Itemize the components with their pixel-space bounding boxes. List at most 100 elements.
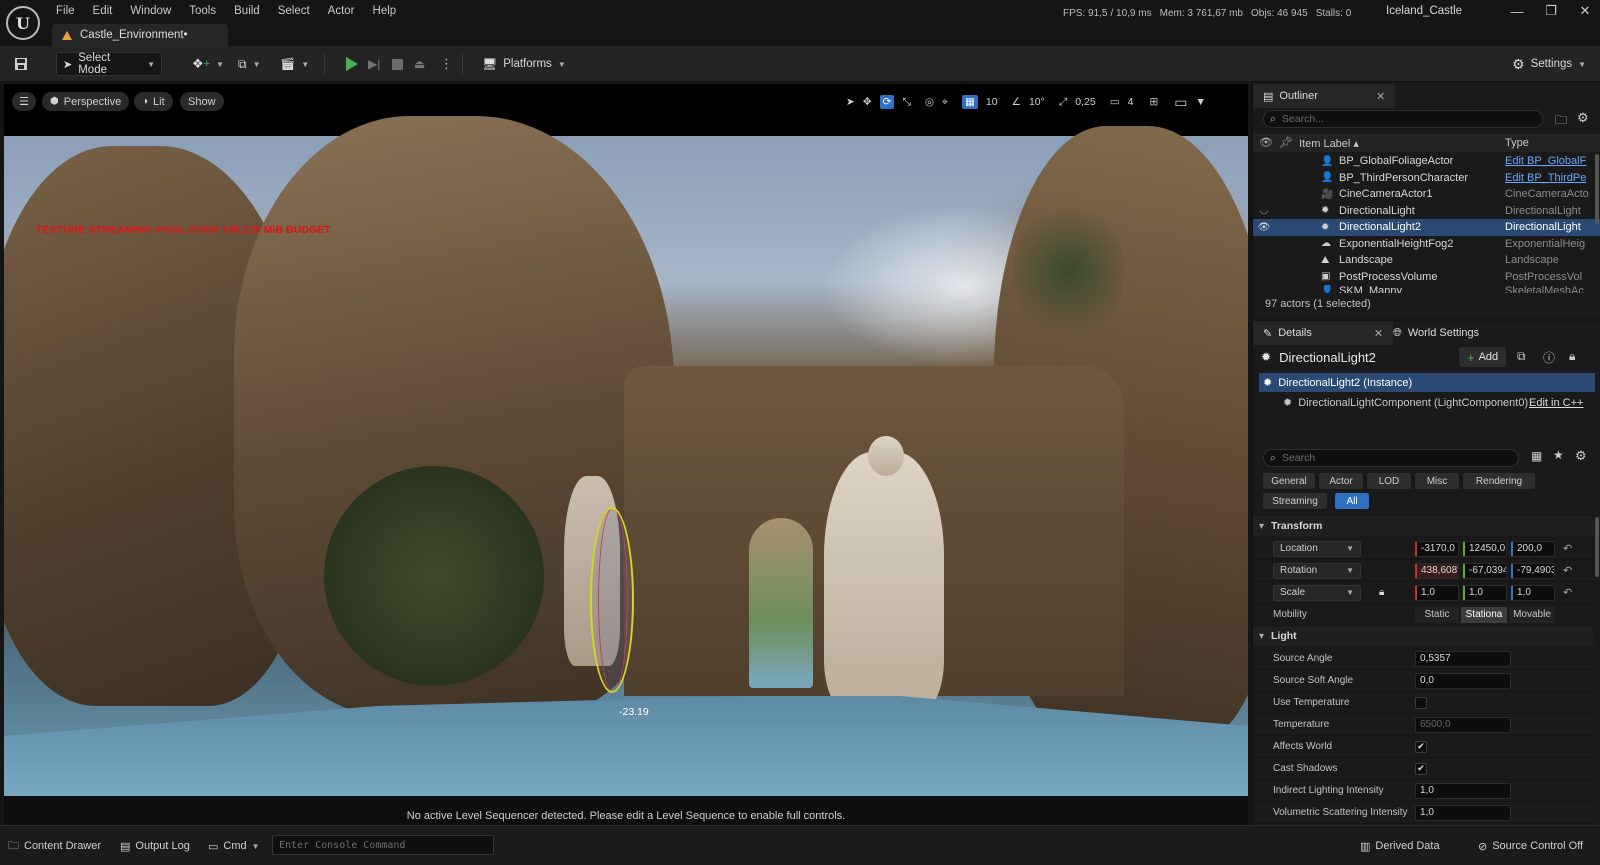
advance-frame-button[interactable]: ▶|: [362, 52, 386, 76]
grid-snap-value[interactable]: 10: [986, 96, 998, 108]
outliner-row[interactable]: 👤 BP_ThirdPersonCharacter Edit BP_ThirdP…: [1253, 170, 1600, 187]
surface-snap-icon[interactable]: ⌖: [942, 96, 948, 109]
add-content-button[interactable]: ❖ + ▼: [186, 52, 230, 76]
star-icon[interactable]: ★: [1553, 448, 1564, 462]
rotate-tool-icon[interactable]: ⟳: [879, 95, 895, 109]
rotation-gizmo[interactable]: [590, 507, 634, 693]
translate-tool-icon[interactable]: ✥: [863, 96, 872, 108]
play-button[interactable]: [340, 52, 364, 76]
blueprint-button[interactable]: ⧉ ▼: [232, 52, 267, 76]
scale-x-field[interactable]: 1,0: [1415, 584, 1459, 601]
document-tab[interactable]: Castle_Environment•: [52, 24, 228, 46]
outliner-row-selected[interactable]: 👁︎ ✹ DirectionalLight2 DirectionalLight: [1253, 219, 1600, 236]
reset-arrow-icon[interactable]: ↶: [1563, 586, 1572, 599]
scale-y-field[interactable]: 1,0: [1463, 584, 1507, 601]
table-view-icon[interactable]: ▦: [1531, 449, 1542, 463]
minimize-icon[interactable]: —: [1500, 4, 1534, 19]
details-search-input[interactable]: ⌕ Search: [1263, 449, 1519, 467]
filter-misc[interactable]: Misc: [1415, 473, 1459, 489]
cinematics-button[interactable]: 🎬︎ ▼: [274, 52, 315, 76]
blueprint-convert-icon[interactable]: ⧉: [1517, 349, 1526, 364]
eject-button[interactable]: ⏏: [408, 52, 431, 76]
level-viewport[interactable]: ☰ ⬢ Perspective ◑ Lit Show ➤ ✥ ⟳ ⤡ ◎ ⌖ ▦…: [4, 84, 1248, 836]
source-control-button[interactable]: ⊘ Source Control Off: [1478, 836, 1583, 856]
rotation-y-field[interactable]: -67,0394: [1463, 562, 1507, 579]
scale-tool-icon[interactable]: ⤡: [902, 96, 910, 109]
rotation-dropdown[interactable]: Rotation ▼: [1273, 562, 1361, 579]
cast-shadows-checkbox[interactable]: ✔: [1415, 762, 1427, 775]
play-options-button[interactable]: ⋮: [434, 52, 459, 76]
use-temperature-checkbox[interactable]: [1415, 696, 1427, 709]
rotation-z-field[interactable]: -79,4903: [1511, 562, 1555, 579]
visibility-toggle-icon[interactable]: 👁︎: [1253, 222, 1275, 233]
lock-icon[interactable]: 🔒︎: [1379, 587, 1384, 598]
viewport-menu-button[interactable]: ☰: [12, 92, 36, 111]
filter-actor[interactable]: Actor: [1319, 473, 1363, 489]
world-local-icon[interactable]: ◎: [925, 96, 934, 108]
filter-all[interactable]: All: [1335, 493, 1369, 509]
cmd-dropdown[interactable]: ▭ Cmd ▼: [208, 836, 260, 856]
source-angle-field[interactable]: 0,5357: [1415, 650, 1511, 667]
menu-file[interactable]: File: [54, 5, 85, 17]
scale-snap-value[interactable]: 0,25: [1075, 96, 1095, 108]
grid-snap-icon[interactable]: ▦: [961, 95, 978, 109]
outliner-scrollbar[interactable]: [1595, 154, 1599, 224]
select-mode-dropdown[interactable]: ➤ Select Mode ▼: [56, 52, 162, 76]
save-button[interactable]: [8, 52, 34, 76]
component-instance-row[interactable]: ✹ DirectionalLight2 (Instance): [1259, 373, 1595, 392]
component-row[interactable]: ✹ DirectionalLightComponent (LightCompon…: [1259, 393, 1595, 412]
maximize-viewport-icon[interactable]: ▭: [1174, 94, 1187, 111]
location-dropdown[interactable]: Location ▼: [1273, 540, 1361, 557]
select-tool-icon[interactable]: ➤: [846, 96, 855, 108]
outliner-row[interactable]: 👤 BP_GlobalFoliageActor Edit BP_GlobalF: [1253, 153, 1600, 170]
unreal-logo-icon[interactable]: U: [6, 6, 40, 40]
source-soft-angle-field[interactable]: 0,0: [1415, 672, 1511, 689]
outliner-row[interactable]: ▣ PostProcessVolume PostProcessVol: [1253, 269, 1600, 286]
rotation-x-field[interactable]: 438,6087: [1415, 562, 1459, 579]
location-z-field[interactable]: 200,0: [1511, 540, 1555, 557]
location-y-field[interactable]: 12450,0: [1463, 540, 1507, 557]
platforms-dropdown[interactable]: 🖥︎ Platforms ▼: [476, 52, 572, 76]
menu-help[interactable]: Help: [371, 5, 407, 17]
pin-column-icon[interactable]: 📌︎: [1279, 136, 1293, 149]
scale-z-field[interactable]: 1,0: [1511, 584, 1555, 601]
output-log-button[interactable]: ▤ Output Log: [120, 836, 190, 856]
gear-icon[interactable]: ⚙: [1575, 448, 1587, 464]
filter-lod[interactable]: LOD: [1367, 473, 1411, 489]
rotation-snap-value[interactable]: 10°: [1029, 96, 1045, 108]
tab-details[interactable]: ✎ Details ✕: [1253, 321, 1394, 345]
outliner-row[interactable]: ⛰ Landscape Landscape: [1253, 252, 1600, 269]
visibility-column-icon[interactable]: 👁︎: [1259, 136, 1273, 149]
outliner-row[interactable]: 👤 SKM_Manny SkeletalMeshAc: [1253, 285, 1600, 293]
close-icon[interactable]: ✕: [1376, 90, 1385, 103]
mobility-static[interactable]: Static: [1415, 606, 1459, 623]
close-window-icon[interactable]: ✕: [1568, 3, 1600, 19]
type-column[interactable]: Type: [1505, 137, 1529, 149]
menu-build[interactable]: Build: [232, 5, 270, 17]
camera-speed-icon[interactable]: ▭: [1110, 96, 1120, 108]
details-scrollbar[interactable]: [1595, 517, 1599, 577]
visibility-toggle-icon[interactable]: ◡: [1253, 205, 1275, 216]
outliner-search-input[interactable]: ⌕ Search...: [1263, 110, 1543, 128]
outliner-row[interactable]: ◡ ✹ DirectionalLight DirectionalLight: [1253, 203, 1600, 220]
menu-select[interactable]: Select: [276, 5, 320, 17]
settings-dropdown[interactable]: ⚙ Settings ▼: [1506, 52, 1592, 76]
content-drawer-button[interactable]: 🗀 Content Drawer: [8, 836, 101, 856]
derived-data-button[interactable]: ▥ Derived Data: [1360, 836, 1440, 856]
mobility-movable[interactable]: Movable: [1509, 606, 1555, 623]
show-button[interactable]: Show: [180, 92, 224, 111]
help-icon[interactable]: ⓘ: [1543, 349, 1555, 366]
folder-add-icon[interactable]: 🗀: [1555, 111, 1567, 132]
indirect-lighting-field[interactable]: 1,0: [1415, 782, 1511, 799]
outliner-row[interactable]: 🎥 CineCameraActor1 CineCameraActo: [1253, 186, 1600, 203]
lit-button[interactable]: ◑ Lit: [134, 92, 173, 111]
volumetric-scattering-field[interactable]: 1,0: [1415, 804, 1511, 821]
menu-tools[interactable]: Tools: [187, 5, 226, 17]
mobility-stationary[interactable]: Stationa: [1461, 606, 1507, 623]
affects-world-checkbox[interactable]: ✔: [1415, 740, 1427, 753]
chevron-down-icon[interactable]: ▼: [1196, 96, 1206, 108]
tab-outliner[interactable]: ▤ Outliner ✕: [1253, 84, 1396, 108]
scene-render[interactable]: -23.19 TEXTURE STREAMING POOL OVER 198,1…: [4, 116, 1248, 796]
transform-section-header[interactable]: Transform: [1253, 516, 1593, 536]
maximize-icon[interactable]: ❐: [1534, 3, 1568, 19]
